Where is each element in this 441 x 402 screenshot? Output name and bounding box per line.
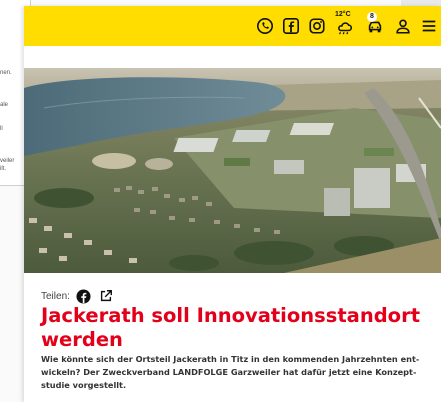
share-label: Teilen: [41, 290, 70, 302]
background-text: veiler [0, 158, 15, 164]
facebook-icon[interactable] [279, 14, 303, 38]
background-text: ilt. [0, 166, 6, 172]
header-bar: 12°C 8 [24, 6, 441, 46]
whatsapp-icon[interactable] [253, 14, 277, 38]
instagram-icon[interactable] [305, 14, 329, 38]
background-text: ale [0, 102, 9, 108]
weather-icon[interactable]: 12°C [331, 11, 359, 38]
hero-image[interactable] [24, 68, 441, 273]
car-icon[interactable]: 8 [361, 12, 389, 38]
article-panel: 12°C 8 Teilen: Jackerath soll Innovation… [24, 6, 441, 402]
header-icons: 12°C 8 [251, 11, 441, 38]
background-text: nen. [0, 70, 12, 76]
article-lead: Wie könnte sich der Ortsteil Jackerath i… [41, 354, 420, 390]
aerial-rendering [24, 68, 441, 273]
share-bar: Teilen: [41, 287, 120, 305]
traffic-count-badge: 8 [367, 12, 377, 22]
background-text: ll [0, 126, 3, 132]
article-title: Jackerath soll Innovationsstandort werde… [41, 304, 421, 351]
facebook-share-icon[interactable] [76, 288, 92, 304]
menu-icon[interactable] [417, 14, 441, 38]
external-share-icon[interactable] [98, 288, 114, 304]
user-icon[interactable] [391, 14, 415, 38]
weather-temperature: 12°C [335, 11, 351, 18]
